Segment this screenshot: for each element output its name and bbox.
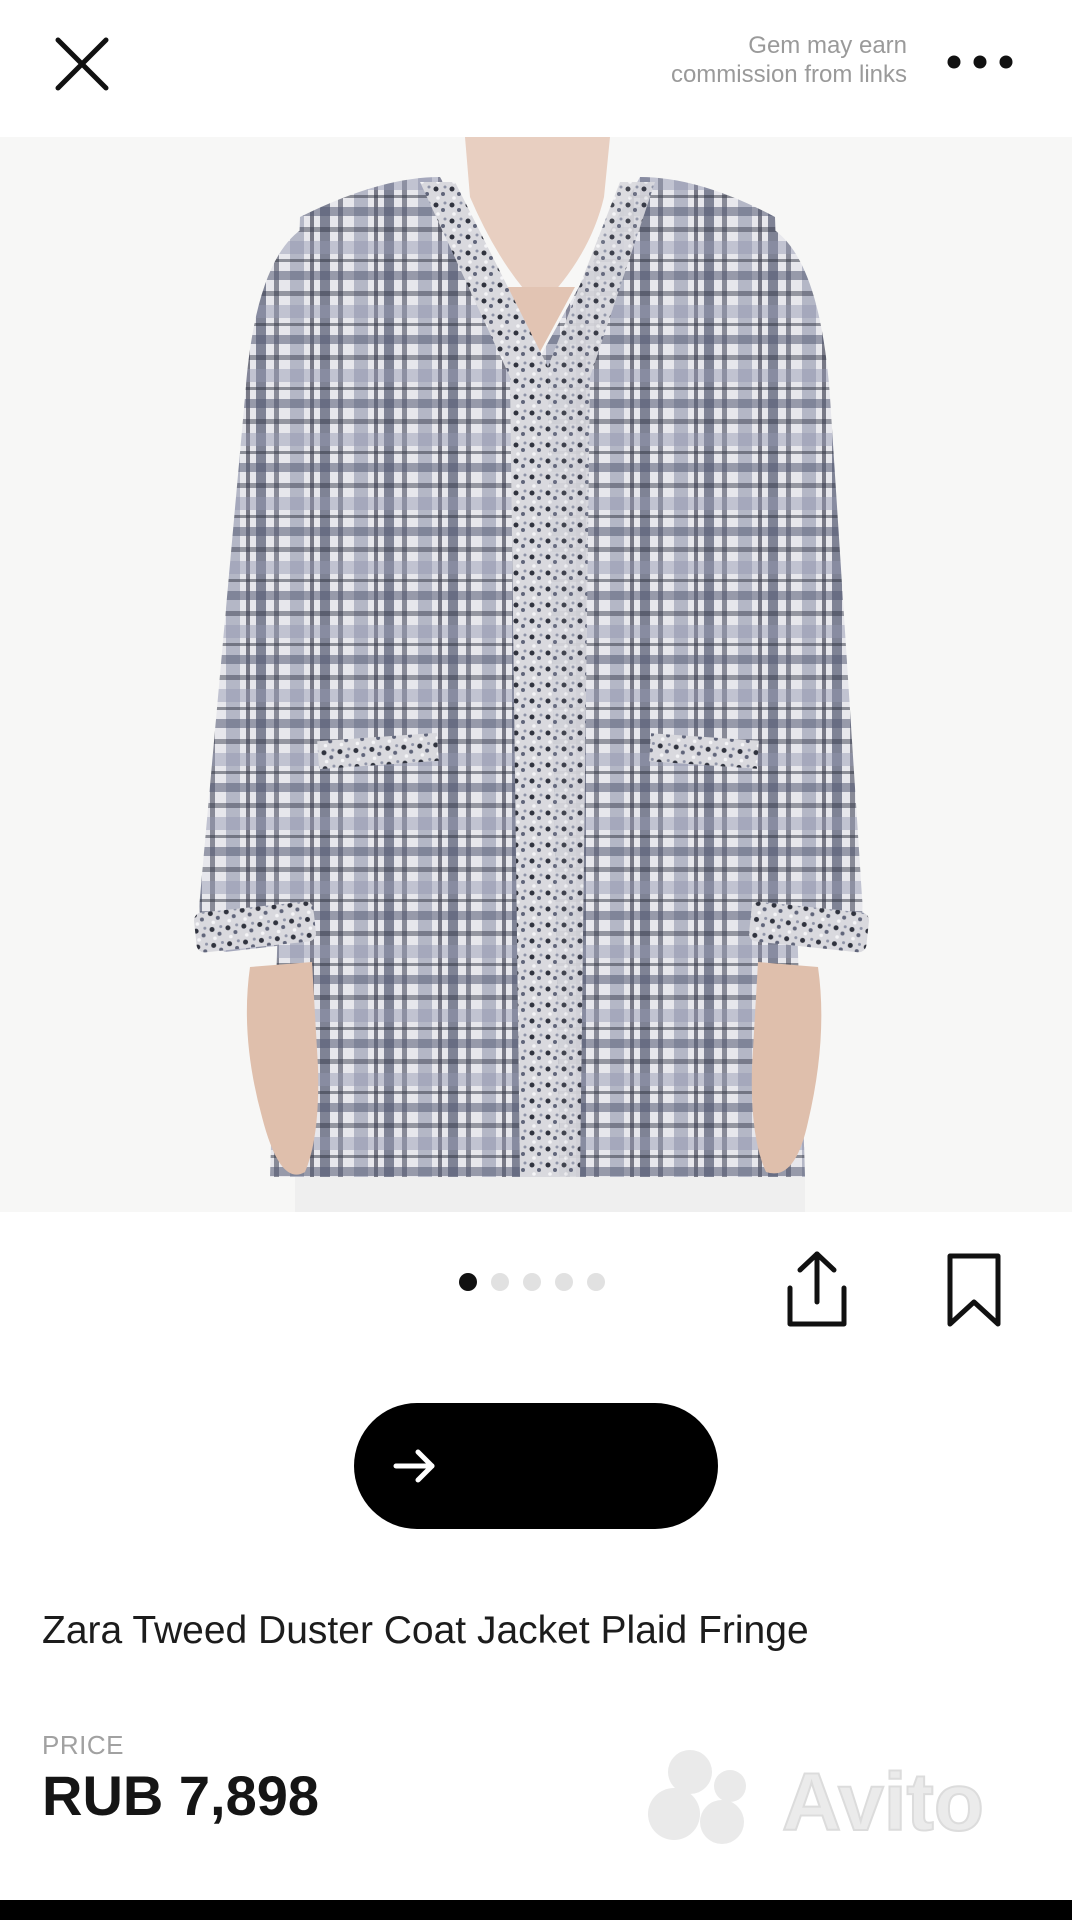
more-dots-icon [947,55,1013,69]
commission-line-1: Gem may earn [748,32,907,59]
avito-watermark: Avito [632,1742,1032,1854]
bottom-edge-bar [0,1900,1072,1920]
carousel-dot-4[interactable] [555,1273,573,1291]
go-to-store-button[interactable] [354,1403,718,1529]
commission-line-2: commission from links [670,61,907,88]
close-button[interactable] [46,28,118,100]
avito-logo-icon: Avito [648,1750,985,1849]
watermark-text: Avito [782,1757,984,1848]
top-bar: Gem may earn commission from links [0,0,1072,137]
price-value: RUB 7,898 [42,1764,320,1827]
close-icon [55,37,109,91]
share-icon [787,1251,847,1327]
bookmark-button[interactable] [936,1250,1012,1330]
arrow-right-icon [393,1449,435,1483]
carousel-dot-5[interactable] [587,1273,605,1291]
carousel-dot-2[interactable] [491,1273,509,1291]
product-image[interactable] [0,137,1072,1212]
bookmark-icon [947,1253,1001,1327]
share-button[interactable] [776,1246,858,1332]
product-photo [0,137,1072,1212]
product-title: Zara Tweed Duster Coat Jacket Plaid Frin… [42,1609,809,1652]
commission-notice: Gem may earn commission from links [547,31,907,89]
carousel-dot-1[interactable] [459,1273,477,1291]
carousel-dot-3[interactable] [523,1273,541,1291]
more-options-button[interactable] [944,36,1016,88]
image-carousel-dots [459,1273,605,1291]
price-label: PRICE [42,1730,124,1760]
